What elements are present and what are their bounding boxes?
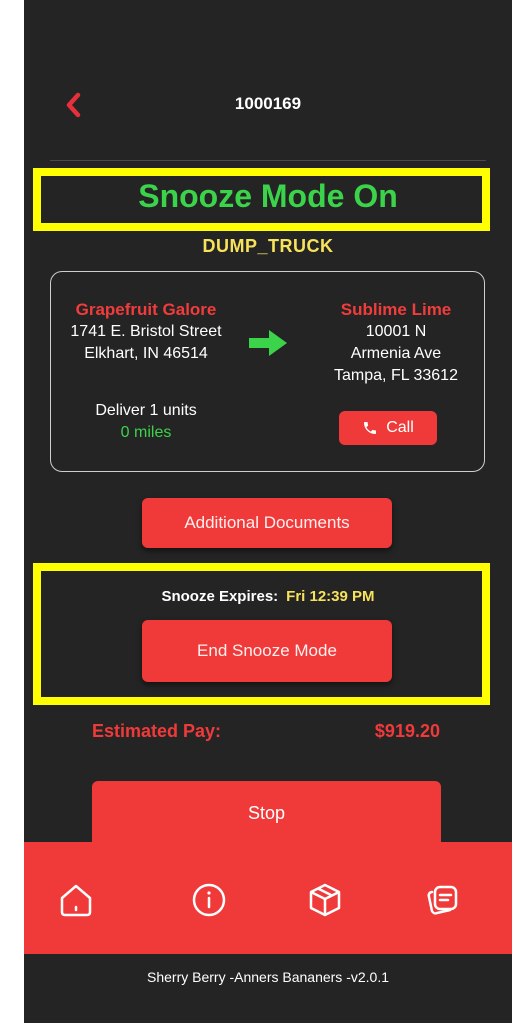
route-card: Grapefruit Galore 1741 E. Bristol Street…: [50, 271, 485, 472]
order-id: 1000169: [234, 94, 302, 113]
phone-icon: [364, 422, 377, 434]
pickup-address-line1: 1741 E. Bristol Street: [70, 323, 222, 340]
tab-info[interactable]: [187, 878, 231, 922]
snooze-expires-label: Snooze Expires:: [161, 588, 279, 605]
pickup-location: Grapefruit Galore 1741 E. Bristol Street…: [61, 299, 231, 365]
dropoff-address-line3: Tampa, FL 33612: [334, 367, 458, 384]
estimated-pay-label: Estimated Pay:: [92, 721, 222, 741]
dropoff-name: Sublime Lime: [340, 300, 452, 319]
snooze-status-title: Snooze Mode On: [138, 178, 398, 214]
footer-version: Sherry Berry -Anners Bananers -v2.0.1: [24, 954, 512, 1023]
delivery-summary: Deliver 1 units 0 miles: [61, 400, 231, 444]
notes-icon: [427, 885, 458, 915]
call-button[interactable]: Call: [339, 411, 437, 445]
stop-button[interactable]: Stop: [92, 781, 441, 851]
dropoff-location: Sublime Lime 10001 N Armenia Ave Tampa, …: [321, 299, 471, 387]
snooze-expires-time: Fri 12:39 PM: [286, 588, 375, 605]
arrow-right-icon: [249, 330, 287, 356]
vehicle-type: DUMP_TRUCK: [202, 236, 334, 256]
call-label: Call: [386, 419, 414, 436]
dropoff-address-line1: 10001 N: [365, 323, 427, 340]
header-divider: [50, 160, 486, 161]
bottom-tab-bar: [24, 842, 512, 954]
info-icon: [192, 883, 226, 917]
home-icon: [60, 884, 92, 917]
pickup-address-line2: Elkhart, IN 46514: [84, 345, 208, 362]
end-snooze-mode-button[interactable]: End Snooze Mode: [142, 620, 392, 682]
snooze-expires: Snooze Expires: Fri 12:39 PM: [24, 588, 512, 605]
tab-package[interactable]: [303, 878, 347, 922]
pickup-name: Grapefruit Galore: [75, 300, 217, 319]
tab-home[interactable]: [54, 878, 98, 922]
deliver-units: Deliver 1 units: [95, 402, 197, 419]
tab-notes[interactable]: [420, 878, 464, 922]
package-icon: [309, 883, 341, 917]
estimated-pay-value: $919.20: [374, 721, 440, 741]
header: 1000169: [24, 80, 512, 130]
additional-documents-button[interactable]: Additional Documents: [142, 498, 392, 548]
distance: 0 miles: [120, 424, 172, 441]
app-screen: 1000169 Snooze Mode On DUMP_TRUCK Grapef…: [24, 0, 512, 1023]
dropoff-address-line2: Armenia Ave: [350, 345, 442, 362]
